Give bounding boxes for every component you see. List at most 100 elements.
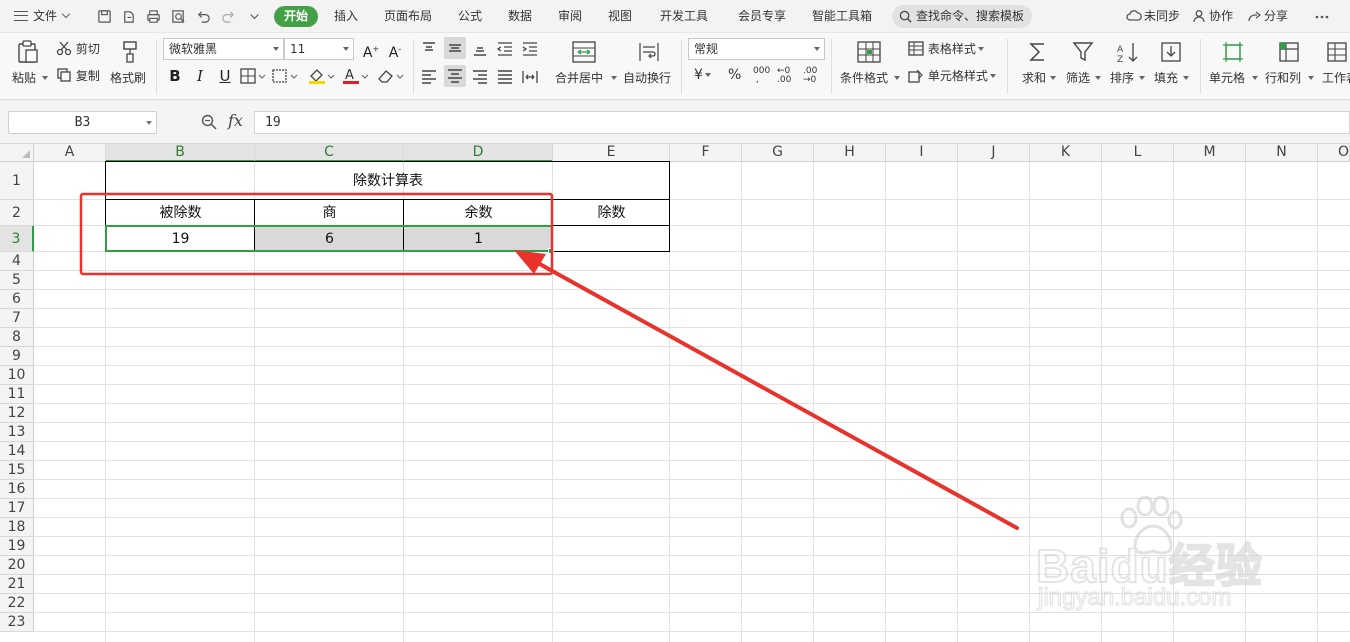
cloud-icon <box>1126 10 1142 21</box>
paste-dropdown-icon <box>42 76 48 80</box>
paste-button[interactable]: 粘贴 <box>12 38 48 94</box>
decrease-decimal-icon: .00 →0 <box>803 66 818 85</box>
tab-smart-toolbox[interactable]: 智能工具箱 <box>812 0 872 33</box>
copy-label: 复制 <box>75 69 100 83</box>
rows-cols-button[interactable]: 行和列 <box>1265 38 1315 94</box>
tab-insert[interactable]: 插入 <box>334 0 358 33</box>
align-center-button[interactable] <box>444 65 466 87</box>
cell-fill-icon[interactable] <box>272 68 300 84</box>
tab-formulas[interactable]: 公式 <box>458 0 482 33</box>
decrease-indent-icon[interactable] <box>496 41 514 57</box>
cell-style-button[interactable]: 单元格样式 <box>908 67 996 84</box>
insert-function-button[interactable]: fx <box>228 111 243 130</box>
formula-bar: B3 fx 19 <box>0 100 1350 144</box>
fill-button[interactable]: 填充 <box>1154 38 1190 94</box>
filter-label: 筛选 <box>1066 71 1091 85</box>
cell-button[interactable]: 单元格 <box>1209 38 1259 94</box>
italic-button[interactable]: I <box>189 65 211 87</box>
sort-label: 排序 <box>1110 71 1135 85</box>
justify-icon[interactable] <box>496 69 514 85</box>
name-box[interactable]: B3 <box>8 111 157 134</box>
align-right-icon[interactable] <box>471 69 489 85</box>
worksheet-button[interactable]: 工作表 <box>1322 38 1350 94</box>
table-style-button[interactable]: 表格样式 <box>908 40 984 57</box>
distributed-align-icon[interactable] <box>521 69 539 85</box>
zoom-lookup-icon[interactable] <box>200 113 218 131</box>
tab-member[interactable]: 会员专享 <box>738 0 786 33</box>
copy-button[interactable]: 复制 <box>56 67 100 84</box>
increase-decimal-button[interactable]: ←0.00 <box>777 67 791 85</box>
ribbon-divider <box>1200 39 1201 94</box>
tab-view[interactable]: 视图 <box>608 0 632 33</box>
cut-button[interactable]: 剪切 <box>56 40 100 57</box>
print-preview-icon[interactable] <box>171 9 186 24</box>
font-color-icon[interactable]: A <box>342 67 370 85</box>
increase-font-button[interactable]: A+ <box>360 38 382 61</box>
bold-button[interactable]: B <box>164 65 186 87</box>
align-middle-icon <box>449 44 461 52</box>
collaborate-button[interactable]: 协作 <box>1193 0 1233 33</box>
dropdown-arrow-icon <box>1139 76 1145 80</box>
search-icon <box>899 10 912 23</box>
number-format-select[interactable]: 常规 <box>688 38 825 60</box>
borders-icon[interactable] <box>240 68 268 84</box>
file-menu[interactable]: 文件 <box>14 0 71 33</box>
decrease-decimal-button[interactable]: .00 →0 <box>803 67 817 85</box>
tab-page-layout[interactable]: 页面布局 <box>384 0 432 33</box>
tab-data[interactable]: 数据 <box>508 0 532 33</box>
rows-cols-label: 行和列 <box>1265 71 1302 85</box>
underline-button[interactable]: U <box>214 65 236 87</box>
share-icon <box>1248 11 1262 22</box>
filter-button[interactable]: 筛选 <box>1066 38 1102 94</box>
worksheet-label: 工作表 <box>1322 71 1350 85</box>
tab-developer[interactable]: 开发工具 <box>660 0 708 33</box>
dropdown-arrow-icon <box>273 47 279 51</box>
font-name-select[interactable]: 微软雅黑 <box>163 38 284 60</box>
increase-decimal-icon: ←0.00 <box>777 66 792 85</box>
format-painter-label: 格式刷 <box>110 71 147 85</box>
wrap-text-button[interactable]: 自动换行 <box>623 38 675 94</box>
print-icon[interactable] <box>146 9 161 24</box>
watermark-url: jingyan.baidu.com <box>1037 583 1232 611</box>
font-name-value: 微软雅黑 <box>169 42 218 56</box>
tab-review[interactable]: 审阅 <box>558 0 582 33</box>
ribbon-toolbar: 粘贴 剪切 复制 格式刷 微软雅黑 11 A+ A- B I U A 合并居中 … <box>0 33 1350 100</box>
undo-icon[interactable] <box>196 9 211 24</box>
fill-color-icon[interactable] <box>308 67 336 85</box>
thousands-button[interactable]: 000 , <box>753 67 770 85</box>
align-middle-button[interactable] <box>444 37 466 59</box>
font-size-select[interactable]: 11 <box>284 38 354 60</box>
decrease-font-button[interactable]: A- <box>384 38 406 61</box>
formula-input[interactable]: 19 <box>254 111 1350 134</box>
align-left-icon[interactable] <box>420 69 438 85</box>
dropdown-arrow-icon <box>1252 76 1258 80</box>
sync-status[interactable]: 未同步 <box>1126 0 1180 33</box>
percent-icon: % <box>728 67 742 83</box>
svg-text:A: A <box>1117 45 1124 55</box>
spreadsheet-grid[interactable]: A B C D E F G H I J K L M N O 1 2 3 4 5 … <box>0 144 1350 642</box>
command-search[interactable]: 查找命令、搜索模板 <box>892 5 1032 28</box>
quick-access-dropdown-icon[interactable] <box>247 9 262 24</box>
merge-center-button[interactable]: 合并居中 <box>553 38 617 94</box>
percent-button[interactable]: % <box>728 67 741 83</box>
share-button[interactable]: 分享 <box>1247 0 1288 33</box>
clear-format-icon[interactable] <box>376 67 406 85</box>
increase-indent-icon[interactable] <box>521 41 539 57</box>
dropdown-arrow-icon <box>894 76 900 80</box>
redo-icon[interactable] <box>221 9 236 24</box>
sort-button[interactable]: AZ 排序 <box>1110 38 1146 94</box>
save-icon[interactable] <box>97 9 112 24</box>
dropdown-arrow-icon <box>1095 76 1101 80</box>
conditional-format-button[interactable]: 条件格式 <box>840 38 900 94</box>
sum-button[interactable]: 求和 <box>1020 38 1056 94</box>
thousands-separator-icon: 000 , <box>753 66 771 85</box>
align-bottom-icon[interactable] <box>471 41 489 57</box>
export-icon[interactable] <box>121 9 136 24</box>
more-options-icon[interactable] <box>1314 9 1330 25</box>
collaborate-label: 协作 <box>1209 9 1234 23</box>
align-top-icon[interactable] <box>420 41 438 57</box>
tab-start[interactable]: 开始 <box>274 6 318 27</box>
command-search-placeholder: 查找命令、搜索模板 <box>916 9 1025 23</box>
currency-button[interactable]: ¥ <box>694 67 711 83</box>
format-painter-button[interactable]: 格式刷 <box>110 38 150 94</box>
